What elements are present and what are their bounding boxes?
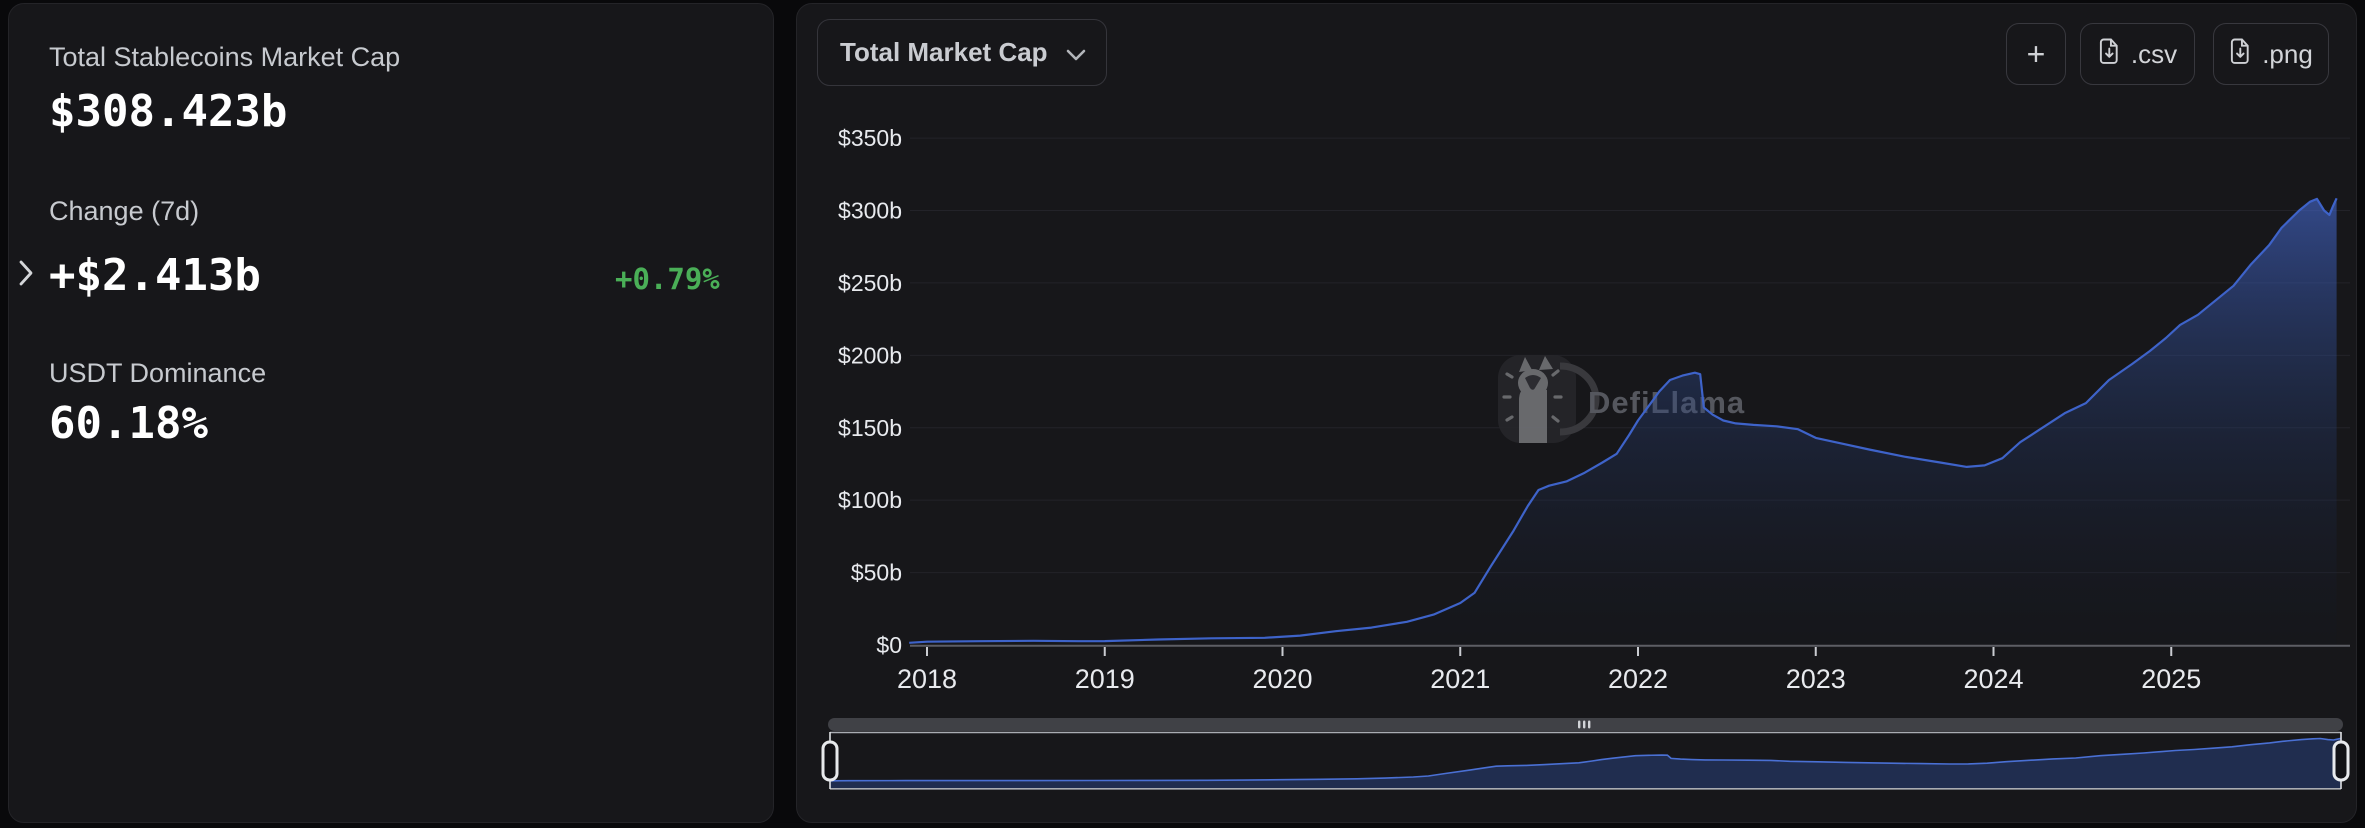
stablecoins-dashboard: Total Stablecoins Market Cap $308.423b C… [0, 0, 2365, 828]
market-cap-value: $308.423b [49, 86, 288, 137]
add-chart-button[interactable]: + [2006, 23, 2066, 85]
chart-panel: Total Market Cap + .csv .png [796, 3, 2357, 823]
download-png-label: .png [2262, 38, 2313, 69]
market-cap-label: Total Stablecoins Market Cap [49, 42, 401, 72]
stats-panel: Total Stablecoins Market Cap $308.423b C… [8, 3, 774, 823]
change-7d-percent: +0.79% [615, 262, 720, 296]
file-download-icon [2229, 37, 2252, 71]
download-csv-button[interactable]: .csv [2080, 23, 2195, 85]
add-chart-label: + [2026, 35, 2046, 72]
file-download-icon [2098, 37, 2121, 71]
download-csv-label: .csv [2130, 38, 2178, 69]
change-7d-value: +$2.413b [49, 250, 261, 301]
usdt-dominance-label: USDT Dominance [49, 358, 267, 388]
chevron-down-icon [1066, 37, 1086, 68]
expand-chevron-icon[interactable] [15, 258, 37, 293]
metric-selector-label: Total Market Cap [840, 37, 1048, 67]
change-7d-label: Change (7d) [49, 196, 200, 226]
usdt-dominance-value: 60.18% [49, 398, 208, 449]
metric-selector-dropdown[interactable]: Total Market Cap [817, 19, 1107, 86]
download-png-button[interactable]: .png [2213, 23, 2329, 85]
